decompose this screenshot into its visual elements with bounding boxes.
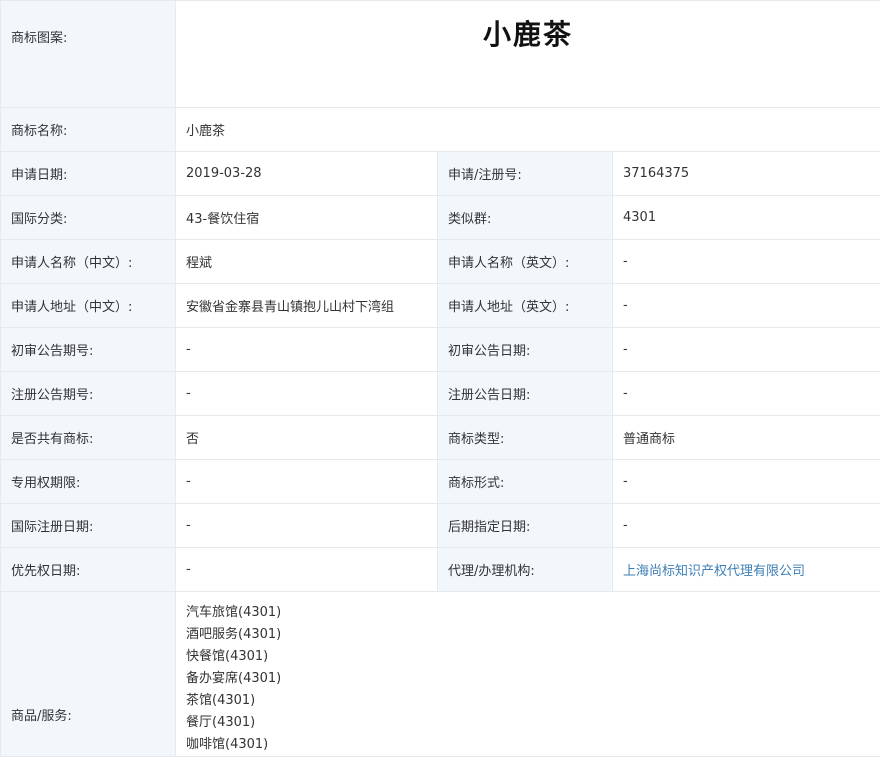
field-label: 是否共有商标: xyxy=(1,416,176,460)
field-label: 申请人地址（英文）: xyxy=(438,284,613,328)
logo-label: 商标图案: xyxy=(1,1,176,108)
field-label: 初审公告日期: xyxy=(438,328,613,372)
field-value: - xyxy=(176,328,438,372)
field-label: 专用权期限: xyxy=(1,460,176,504)
table-row: 专用权期限: - 商标形式: - xyxy=(1,460,880,504)
table-row: 申请人地址（中文）: 安徽省金寨县青山镇抱儿山村下湾组 申请人地址（英文）: - xyxy=(1,284,880,328)
field-value: 37164375 xyxy=(613,152,880,196)
field-label: 申请日期: xyxy=(1,152,176,196)
name-value: 小鹿茶 xyxy=(176,108,880,152)
field-value: - xyxy=(613,372,880,416)
table-row: 申请人名称（中文）: 程斌 申请人名称（英文）: - xyxy=(1,240,880,284)
field-label: 代理/办理机构: xyxy=(438,548,613,592)
table-row: 国际分类: 43-餐饮住宿 类似群: 4301 xyxy=(1,196,880,240)
table-row: 初审公告期号: - 初审公告日期: - xyxy=(1,328,880,372)
field-value: 43-餐饮住宿 xyxy=(176,196,438,240)
field-value: 安徽省金寨县青山镇抱儿山村下湾组 xyxy=(176,284,438,328)
name-row: 商标名称: 小鹿茶 xyxy=(1,108,880,152)
logo-row: 商标图案: 小鹿茶 xyxy=(1,1,880,108)
field-label: 申请人地址（中文）: xyxy=(1,284,176,328)
list-item: 汽车旅馆(4301) xyxy=(186,602,880,624)
table-row: 国际注册日期: - 后期指定日期: - xyxy=(1,504,880,548)
list-item: 餐厅(4301) xyxy=(186,712,880,734)
trademark-logo: 小鹿茶 xyxy=(176,1,880,108)
field-label: 国际注册日期: xyxy=(1,504,176,548)
field-label: 后期指定日期: xyxy=(438,504,613,548)
table-row: 优先权日期: - 代理/办理机构: 上海尚标知识产权代理有限公司 xyxy=(1,548,880,592)
field-value: - xyxy=(613,460,880,504)
field-label: 商标类型: xyxy=(438,416,613,460)
field-label: 商标形式: xyxy=(438,460,613,504)
field-value: - xyxy=(176,372,438,416)
field-label: 申请人名称（中文）: xyxy=(1,240,176,284)
field-value: - xyxy=(613,240,880,284)
field-label: 类似群: xyxy=(438,196,613,240)
field-value: - xyxy=(613,504,880,548)
table-row: 申请日期: 2019-03-28 申请/注册号: 37164375 xyxy=(1,152,880,196)
field-label: 申请/注册号: xyxy=(438,152,613,196)
trademark-detail-table: 商标图案: 小鹿茶 商标名称: 小鹿茶 申请日期: 2019-03-28 申请/… xyxy=(0,0,880,757)
field-value: 2019-03-28 xyxy=(176,152,438,196)
field-label: 注册公告期号: xyxy=(1,372,176,416)
field-label: 国际分类: xyxy=(1,196,176,240)
goods-list: 汽车旅馆(4301) 酒吧服务(4301) 快餐馆(4301) 备办宴席(430… xyxy=(176,592,880,757)
logo-text: 小鹿茶 xyxy=(483,18,573,51)
field-value: - xyxy=(613,328,880,372)
field-value: - xyxy=(176,504,438,548)
goods-label: 商品/服务: xyxy=(1,592,176,757)
field-label: 初审公告期号: xyxy=(1,328,176,372)
goods-row: 商品/服务: 汽车旅馆(4301) 酒吧服务(4301) 快餐馆(4301) 备… xyxy=(1,592,880,757)
list-item: 咖啡馆(4301) xyxy=(186,734,880,756)
agency-link[interactable]: 上海尚标知识产权代理有限公司 xyxy=(613,548,880,592)
field-value: 否 xyxy=(176,416,438,460)
list-item: 茶馆(4301) xyxy=(186,690,880,712)
field-value: 普通商标 xyxy=(613,416,880,460)
field-value: - xyxy=(176,548,438,592)
name-label: 商标名称: xyxy=(1,108,176,152)
table-row: 注册公告期号: - 注册公告日期: - xyxy=(1,372,880,416)
table-row: 是否共有商标: 否 商标类型: 普通商标 xyxy=(1,416,880,460)
list-item: 酒吧服务(4301) xyxy=(186,624,880,646)
list-item: 快餐馆(4301) xyxy=(186,646,880,668)
field-label: 注册公告日期: xyxy=(438,372,613,416)
field-value: - xyxy=(613,284,880,328)
agency-link-text[interactable]: 上海尚标知识产权代理有限公司 xyxy=(623,564,805,579)
field-value: 程斌 xyxy=(176,240,438,284)
field-label: 申请人名称（英文）: xyxy=(438,240,613,284)
field-value: 4301 xyxy=(613,196,880,240)
field-label: 优先权日期: xyxy=(1,548,176,592)
field-value: - xyxy=(176,460,438,504)
list-item: 备办宴席(4301) xyxy=(186,668,880,690)
